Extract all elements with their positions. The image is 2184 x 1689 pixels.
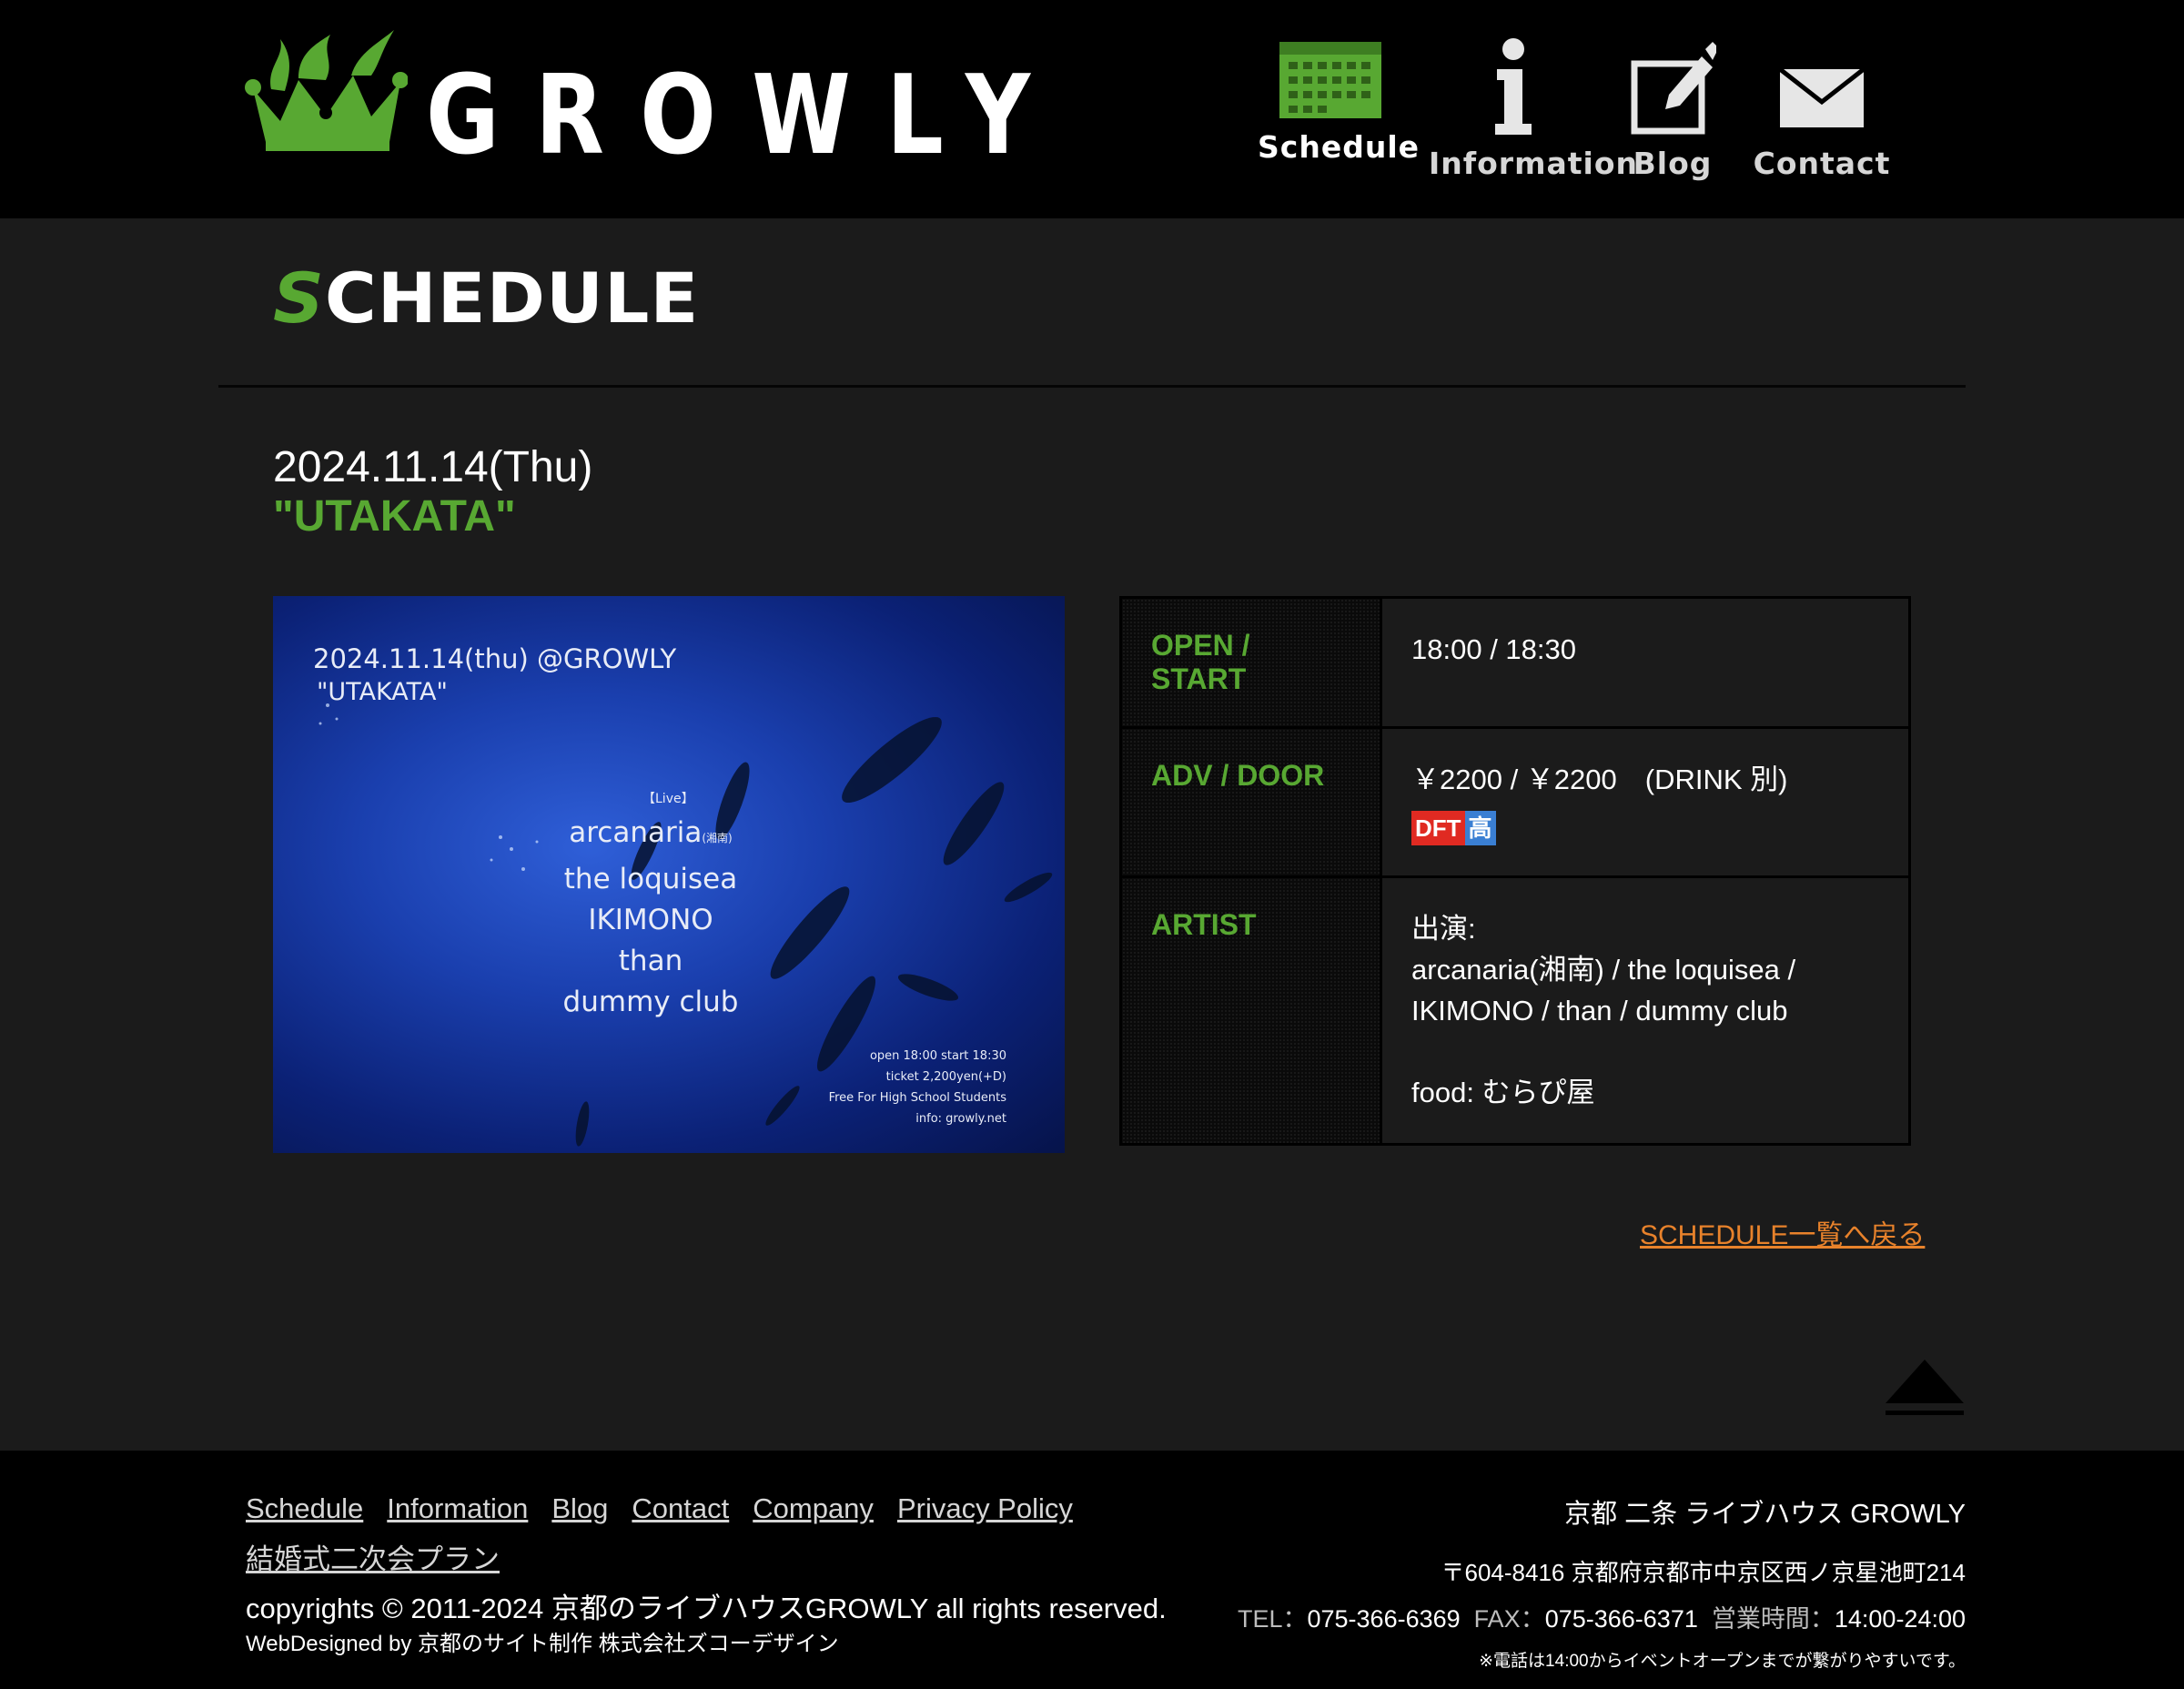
webdesigned-credit: WebDesigned by 京都のサイト制作 株式会社ズコーデザイン	[246, 1632, 839, 1656]
tel-label: TEL：	[1237, 1605, 1308, 1633]
page-title-rest: CHEDULE	[324, 258, 700, 339]
artist-line: IKIMONO / than / dummy club	[1411, 995, 1788, 1027]
flyer-detail: info: growly.net	[915, 1112, 1006, 1126]
artist-line: arcanaria(湘南) / the loquisea /	[1411, 954, 1796, 986]
event-title: "UTAKATA"	[273, 492, 516, 541]
flyer-artist: arcanaria(湘南)	[569, 816, 733, 849]
event-flyer-image: 2024.11.14(thu) @GROWLY "UTAKATA" 【Live】…	[273, 596, 1065, 1153]
nav-label: Schedule	[1258, 129, 1421, 165]
flyer-artist: dummy club	[562, 986, 739, 1018]
flyer-detail: Free For High School Students	[828, 1091, 1006, 1105]
footer-link-blog[interactable]: Blog	[551, 1483, 608, 1534]
page-title-initial: S	[273, 258, 325, 339]
footer-link-wedding-plan[interactable]: 結婚式二次会プラン	[246, 1534, 500, 1585]
flyer-artist: the loquisea	[563, 863, 738, 895]
hours-label: 営業時間：	[1711, 1605, 1835, 1633]
scroll-to-top-icon[interactable]	[1884, 1358, 1966, 1421]
flyer-details: open 18:00 start 18:30 ticket 2,200yen(+…	[829, 1046, 1006, 1129]
footer-link-information[interactable]: Information	[387, 1483, 528, 1534]
artist-label: ARTIST	[1122, 878, 1380, 1143]
row-artist: ARTIST 出演: arcanaria(湘南) / the loquisea …	[1122, 875, 1908, 1143]
footer-link-schedule[interactable]: Schedule	[246, 1483, 363, 1534]
footer-link-privacy[interactable]: Privacy Policy	[897, 1483, 1073, 1534]
info-icon	[1495, 38, 1532, 135]
footer-address-block: 京都 二条 ライブハウス GROWLY 〒604-8416 京都府京都市中京区西…	[1238, 1492, 1966, 1672]
nav-label: Information	[1429, 146, 1638, 181]
tel-number: 075-366-6369	[1307, 1605, 1461, 1633]
flyer-title-line: "UTAKATA"	[317, 678, 448, 706]
hours-value: 14:00-24:00	[1834, 1605, 1966, 1633]
artist-intro: 出演:	[1411, 913, 1476, 945]
footer-link-contact[interactable]: Contact	[632, 1483, 729, 1534]
row-adv-door: ADV / DOOR ￥2200 / ￥2200 (DRINK 別) DFT 高	[1122, 726, 1908, 875]
contact-numbers: TEL：075-366-6369 FAX：075-366-6371 営業時間：1…	[1238, 1599, 1966, 1634]
flyer-artist: IKIMONO	[588, 904, 713, 936]
artist-food: food: むらぴ屋	[1411, 1077, 1595, 1108]
footer-nav: Schedule Information Blog Contact Company Pri…	[246, 1483, 1119, 1585]
nav-label: Contact	[1753, 146, 1891, 181]
mail-icon	[1778, 67, 1866, 127]
site-header: GROWLY Schedule Information Blog Contact	[0, 0, 2184, 218]
site-footer: Schedule Information Blog Contact Company Pri…	[0, 1451, 2184, 1689]
fax-number: 075-366-6371	[1544, 1605, 1698, 1633]
title-divider	[218, 385, 1966, 388]
row-open-start: OPEN / START 18:00 / 18:30	[1122, 599, 1908, 726]
venue-name: 京都 二条 ライブハウス GROWLY	[1564, 1500, 1966, 1529]
open-start-value: 18:00 / 18:30	[1382, 599, 1908, 726]
flyer-date-line: 2024.11.14(thu) @GROWLY	[313, 643, 677, 674]
open-start-label: OPEN / START	[1122, 599, 1380, 726]
nav-information[interactable]: Information	[1429, 36, 1638, 181]
crown-icon	[245, 30, 408, 151]
event-info-table: OPEN / START 18:00 / 18:30 ADV / DOOR ￥2…	[1119, 596, 1911, 1146]
growly-logo[interactable]: GROWLY	[244, 25, 1063, 171]
nav-label: Blog	[1633, 146, 1713, 181]
flyer-detail: open 18:00 start 18:30	[869, 1049, 1006, 1063]
flyer-detail: ticket 2,200yen(+D)	[885, 1070, 1006, 1084]
footer-link-company[interactable]: Company	[753, 1483, 874, 1534]
calendar-icon	[1279, 42, 1381, 118]
artist-cell: 出演: arcanaria(湘南) / the loquisea / IKIMO…	[1382, 878, 1908, 1143]
high-school-badge: 高	[1464, 811, 1496, 845]
page-title: SCHEDULE	[273, 264, 699, 333]
adv-door-value: ￥2200 / ￥2200 (DRINK 別)	[1411, 764, 1788, 795]
flyer-artist-list: arcanaria(湘南) the loquisea IKIMONO than …	[510, 813, 792, 1023]
edit-pencil-icon	[1631, 42, 1716, 135]
event-date: 2024.11.14(Thu)	[273, 443, 593, 491]
flyer-artist: than	[618, 945, 683, 977]
flyer-live-tag: 【Live】	[642, 792, 694, 806]
fax-label: FAX：	[1473, 1605, 1545, 1633]
nav-schedule[interactable]: Schedule	[1258, 36, 1421, 165]
logo-text: GROWLY	[426, 53, 1067, 179]
back-to-schedule-link[interactable]: SCHEDULE一覧へ戻る	[1640, 1212, 1925, 1252]
phone-note: ※電話は14:00からイベントオープンまでが繋がりやすいです。	[1479, 1652, 1966, 1671]
copyright-text: copyrights © 2011-2024 京都のライブハウスGROWLY a…	[246, 1593, 1167, 1624]
adv-door-cell: ￥2200 / ￥2200 (DRINK 別) DFT 高	[1382, 729, 1908, 875]
nav-blog[interactable]: Blog	[1625, 36, 1720, 181]
postal-address: 〒604-8416 京都府京都市中京区西ノ京星池町214	[1441, 1559, 1966, 1586]
nav-contact[interactable]: Contact	[1751, 36, 1893, 181]
adv-door-label: ADV / DOOR	[1122, 729, 1380, 875]
dft-badge: DFT	[1411, 811, 1465, 845]
